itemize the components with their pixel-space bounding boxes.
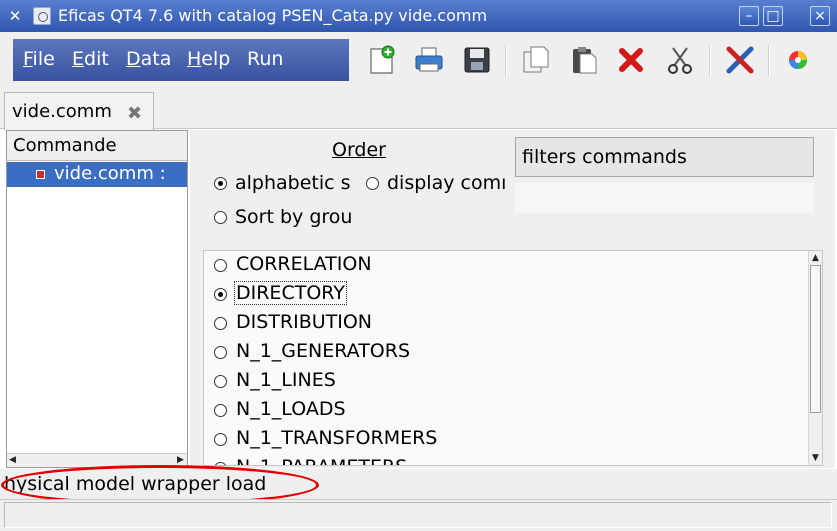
filter-label: filters commands <box>515 137 814 177</box>
command-name: N_1_PARAMETERS <box>235 456 408 465</box>
cut-icon[interactable] <box>664 44 696 76</box>
paste-icon[interactable] <box>568 44 600 76</box>
menu-file[interactable]: File <box>23 48 55 70</box>
order-label: Order <box>332 139 386 161</box>
radio-display-commands[interactable] <box>366 177 379 190</box>
tools-icon[interactable]: ✕ <box>6 7 24 25</box>
command-name: N_1_LINES <box>236 369 336 391</box>
tab-vide-comm[interactable]: vide.comm ✖ <box>4 92 154 130</box>
title-bar: ✕ Eficas QT4 7.6 with catalog PSEN_Cata.… <box>0 0 837 32</box>
radio-label-sort-by-group: Sort by grou <box>235 206 353 228</box>
command-radio[interactable] <box>214 404 227 417</box>
vertical-scrollbar[interactable]: ▲ ▼ <box>808 251 822 465</box>
filter-input[interactable] <box>515 183 814 213</box>
list-item[interactable]: N_1_LOADS <box>204 396 804 424</box>
tree-item-label: vide.comm : <box>54 163 166 184</box>
radio-label-display-commands: display comı <box>387 172 507 194</box>
toolbar-area: File Edit Data Help Run <box>0 32 837 87</box>
command-tree: Commande vide.comm : ◀ ▶ <box>6 130 188 468</box>
tree-item[interactable]: vide.comm : <box>7 162 187 187</box>
command-name: N_1_TRANSFORMERS <box>236 427 438 449</box>
command-radio[interactable] <box>214 375 227 388</box>
command-name: DISTRIBUTION <box>236 311 373 333</box>
list-item[interactable]: DISTRIBUTION <box>204 309 804 337</box>
command-radio[interactable] <box>214 288 227 301</box>
save-icon[interactable] <box>461 44 493 76</box>
menu-edit[interactable]: Edit <box>72 48 109 70</box>
status-bar-field <box>4 502 832 528</box>
radio-sort-by-group[interactable] <box>214 211 227 224</box>
command-list: CORRELATION DIRECTORY DISTRIBUTION N_1_G… <box>203 250 823 466</box>
command-name: N_1_LOADS <box>236 398 346 420</box>
menu-data[interactable]: Data <box>126 48 171 70</box>
command-name: N_1_GENERATORS <box>236 340 411 362</box>
node-icon <box>36 170 45 179</box>
radio-label-alphabetic: alphabetic s <box>235 172 351 194</box>
list-item[interactable]: N_1_PARAMETERS <box>204 454 804 465</box>
radio-alphabetic[interactable] <box>214 177 227 190</box>
menu-help[interactable]: Help <box>187 48 230 70</box>
scroll-down-icon[interactable]: ▼ <box>812 453 819 463</box>
command-radio[interactable] <box>214 346 227 359</box>
command-radio[interactable] <box>214 259 227 272</box>
status-bar <box>0 499 837 531</box>
toolbar-separator <box>505 46 507 76</box>
list-item[interactable]: N_1_LINES <box>204 367 804 395</box>
command-panel: Order alphabetic s display comı Sort by … <box>190 130 835 468</box>
command-radio[interactable] <box>214 317 227 330</box>
scroll-right-icon[interactable]: ▶ <box>177 455 184 465</box>
maximize-button[interactable]: □ <box>763 6 783 26</box>
tab-bar: vide.comm ✖ <box>0 87 837 130</box>
window-menu-button[interactable] <box>33 7 51 25</box>
delete-icon[interactable] <box>615 44 647 76</box>
menu-run[interactable]: Run <box>247 48 283 70</box>
scroll-up-icon[interactable]: ▲ <box>812 253 819 263</box>
close-button[interactable]: × <box>810 6 830 26</box>
new-document-icon[interactable] <box>366 44 398 76</box>
tree-header[interactable]: Commande <box>7 131 187 161</box>
command-name: CORRELATION <box>236 253 372 275</box>
print-icon[interactable] <box>413 44 445 76</box>
list-item[interactable]: N_1_GENERATORS <box>204 338 804 366</box>
window-title: Eficas QT4 7.6 with catalog PSEN_Cata.py… <box>58 6 488 25</box>
tab-label: vide.comm <box>12 101 112 122</box>
color-wheel-icon[interactable] <box>782 44 814 76</box>
menubar: File Edit Data Help Run <box>13 39 349 81</box>
minimize-button[interactable]: – <box>739 6 759 26</box>
command-radio[interactable] <box>214 433 227 446</box>
list-item[interactable]: CORRELATION <box>204 251 804 279</box>
close-icon[interactable]: ✖ <box>127 103 142 124</box>
copy-icon[interactable] <box>520 44 552 76</box>
scroll-left-icon[interactable]: ◀ <box>9 455 16 465</box>
toolbar-separator <box>709 46 711 76</box>
command-name: DIRECTORY <box>234 281 347 305</box>
toolbar-separator <box>768 46 770 76</box>
list-item[interactable]: N_1_TRANSFORMERS <box>204 425 804 453</box>
scrollbar-thumb[interactable] <box>810 265 821 413</box>
list-item[interactable]: DIRECTORY <box>204 280 804 308</box>
tools-icon[interactable] <box>724 44 756 76</box>
